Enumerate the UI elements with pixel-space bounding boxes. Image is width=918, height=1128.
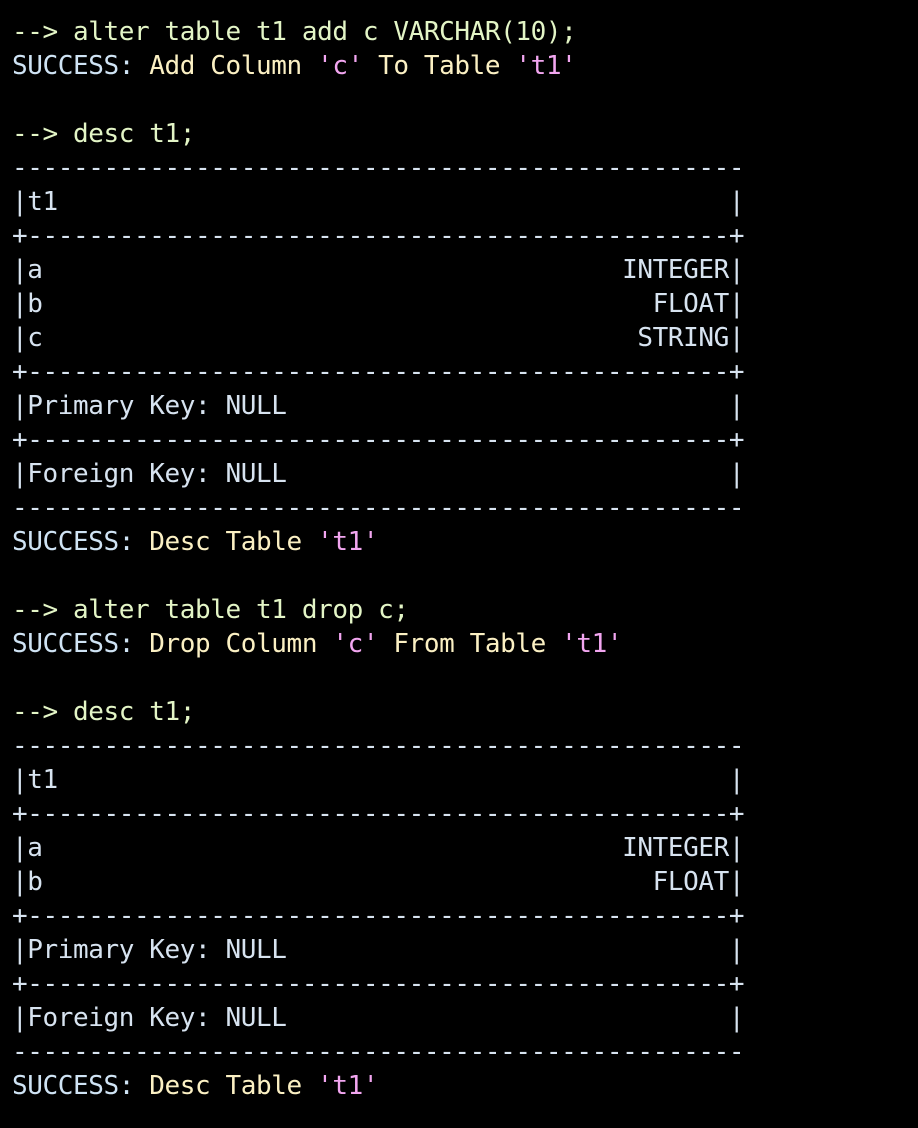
terminal-line-command: --> alter table t1 add c VARCHAR(10); — [12, 15, 912, 49]
terminal-line-table: ----------------------------------------… — [12, 1035, 912, 1069]
text-table: |c STRING| — [12, 323, 745, 353]
text-success: SUCCESS: — [12, 527, 150, 557]
terminal-line-table: +---------------------------------------… — [12, 899, 912, 933]
terminal-line-table: |a INTEGER| — [12, 253, 912, 287]
text-table: ----------------------------------------… — [12, 1037, 745, 1067]
text-table: +---------------------------------------… — [12, 425, 745, 455]
terminal-line-output: SUCCESS: Add Column 'c' To Table 't1' — [12, 49, 912, 83]
text-table: |b FLOAT| — [12, 289, 745, 319]
terminal-line-output: SUCCESS: Desc Table 't1' — [12, 1069, 912, 1103]
terminal-line-table: +---------------------------------------… — [12, 797, 912, 831]
terminal-line-output: SUCCESS: Drop Column 'c' From Table 't1' — [12, 627, 912, 661]
text-table: ----------------------------------------… — [12, 153, 745, 183]
text-message: Desc Table — [149, 1071, 318, 1101]
text-table: |Primary Key: NULL | — [12, 391, 745, 421]
terminal-line-table: |b FLOAT| — [12, 865, 912, 899]
text-command: --> desc t1; — [12, 697, 196, 727]
text-message: Desc Table — [149, 527, 318, 557]
terminal-line-table: ----------------------------------------… — [12, 729, 912, 763]
text-success: SUCCESS: — [12, 1071, 150, 1101]
text-message: Drop Column — [149, 629, 333, 659]
text-table: |a INTEGER| — [12, 833, 745, 863]
terminal-line-table: |Foreign Key: NULL | — [12, 1001, 912, 1035]
text-command: --> alter table t1 add c VARCHAR(10); — [12, 17, 577, 47]
terminal-line-table: |t1 | — [12, 763, 912, 797]
text-table: |b FLOAT| — [12, 867, 745, 897]
terminal-line-command: --> desc t1; — [12, 117, 912, 151]
terminal-line-table: |Primary Key: NULL | — [12, 933, 912, 967]
text-table: +---------------------------------------… — [12, 357, 745, 387]
terminal-line-table: |Foreign Key: NULL | — [12, 457, 912, 491]
terminal-line-table: +---------------------------------------… — [12, 967, 912, 1001]
terminal-line-table: ----------------------------------------… — [12, 491, 912, 525]
terminal-line-command: --> desc t1; — [12, 695, 912, 729]
terminal-line-table: |a INTEGER| — [12, 831, 912, 865]
text-quoted: 't1' — [561, 629, 623, 659]
text-table: |t1 | — [12, 187, 745, 217]
text-quoted: 't1' — [317, 1071, 379, 1101]
text-message: To Table — [362, 51, 516, 81]
terminal-line-command: --> alter table t1 drop c; — [12, 593, 912, 627]
text-success: SUCCESS: — [12, 51, 150, 81]
terminal-line-table: |c STRING| — [12, 321, 912, 355]
text-quoted: 'c' — [317, 51, 363, 81]
text-command: --> desc t1; — [12, 119, 196, 149]
text-table: |Primary Key: NULL | — [12, 935, 745, 965]
terminal-output[interactable]: --> alter table t1 add c VARCHAR(10); SUC… — [12, 15, 912, 1103]
terminal-line-table: |t1 | — [12, 185, 912, 219]
text-table: |Foreign Key: NULL | — [12, 1003, 745, 1033]
terminal-line-table: +---------------------------------------… — [12, 219, 912, 253]
text-message: From Table — [378, 629, 562, 659]
text-message: Add Column — [149, 51, 318, 81]
terminal-line-table: ----------------------------------------… — [12, 151, 912, 185]
text-table: |t1 | — [12, 765, 745, 795]
text-success: SUCCESS: — [12, 629, 150, 659]
text-table: |a INTEGER| — [12, 255, 745, 285]
text-table: |Foreign Key: NULL | — [12, 459, 745, 489]
text-quoted: 't1' — [515, 51, 577, 81]
terminal-line-table: +---------------------------------------… — [12, 355, 912, 389]
text-table: +---------------------------------------… — [12, 799, 745, 829]
text-table: ----------------------------------------… — [12, 731, 745, 761]
terminal-line-table: |b FLOAT| — [12, 287, 912, 321]
text-table: +---------------------------------------… — [12, 901, 745, 931]
text-quoted: 't1' — [317, 527, 379, 557]
text-quoted: 'c' — [332, 629, 379, 659]
terminal-line-output: SUCCESS: Desc Table 't1' — [12, 525, 912, 559]
terminal-line-table: +---------------------------------------… — [12, 423, 912, 457]
text-table: +---------------------------------------… — [12, 221, 745, 251]
terminal-line-table: |Primary Key: NULL | — [12, 389, 912, 423]
text-table: ----------------------------------------… — [12, 493, 745, 523]
text-command: --> alter table t1 drop c; — [12, 595, 409, 625]
text-table: +---------------------------------------… — [12, 969, 745, 999]
